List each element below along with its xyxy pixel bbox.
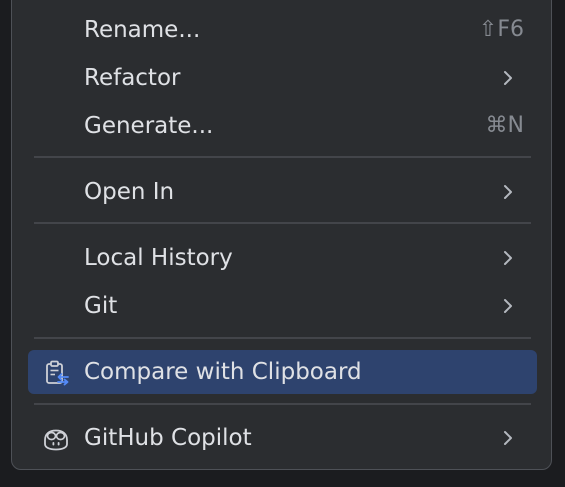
menu-separator bbox=[34, 337, 531, 339]
menu-item-open-in[interactable]: Open In bbox=[28, 170, 537, 214]
menu-item-label: Open In bbox=[84, 179, 175, 205]
menu-item-label: Local History bbox=[84, 245, 233, 271]
chevron-right-icon bbox=[504, 299, 512, 313]
menu-item-label: Git bbox=[84, 293, 118, 319]
menu-item-generate[interactable]: Generate... ⌘N bbox=[28, 104, 537, 148]
menu-item-label: Rename... bbox=[84, 17, 201, 43]
clipboard-compare-icon bbox=[46, 360, 69, 386]
menu-item-local-history[interactable]: Local History bbox=[28, 236, 537, 280]
chevron-right-icon bbox=[504, 185, 512, 199]
menu-item-label: Generate... bbox=[84, 113, 214, 139]
context-menu: Rename... ⇧F6 Refactor Generate... ⌘N Op… bbox=[11, 0, 552, 470]
menu-item-label: GitHub Copilot bbox=[84, 425, 252, 451]
shortcut-label: ⇧F6 bbox=[478, 17, 524, 42]
chevron-right-icon bbox=[504, 71, 512, 85]
menu-separator bbox=[34, 403, 531, 405]
menu-item-github-copilot[interactable]: GitHub Copilot bbox=[28, 416, 537, 460]
copilot-icon bbox=[44, 429, 68, 451]
menu-item-git[interactable]: Git bbox=[28, 284, 537, 328]
shortcut-label: ⌘N bbox=[485, 113, 524, 138]
menu-separator bbox=[34, 156, 531, 158]
chevron-right-icon bbox=[504, 431, 512, 445]
menu-item-refactor[interactable]: Refactor bbox=[28, 56, 537, 100]
menu-item-rename[interactable]: Rename... ⇧F6 bbox=[28, 8, 537, 52]
menu-item-label: Refactor bbox=[84, 65, 181, 91]
menu-separator bbox=[34, 222, 531, 224]
menu-item-label: Compare with Clipboard bbox=[84, 359, 362, 385]
menu-item-compare-with-clipboard[interactable]: Compare with Clipboard bbox=[28, 350, 537, 394]
chevron-right-icon bbox=[504, 251, 512, 265]
